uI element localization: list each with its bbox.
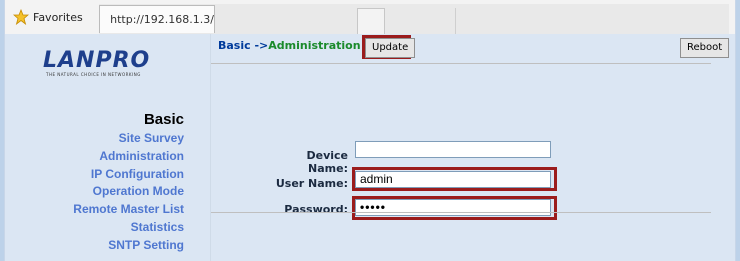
favorites-button[interactable]: Favorites [13,8,83,26]
sidebar-item-administration[interactable]: Administration [73,148,184,166]
app-window: Favorites http://192.168.1.3/ LANPRO THE… [4,0,736,261]
lanpro-logo: LANPRO THE NATURAL CHOICE IN NETWORKING [43,48,151,78]
breadcrumb: Basic ->Administration [218,39,361,52]
tab-url: http://192.168.1.3/ [110,13,214,26]
divider-top [211,63,711,64]
sidebar-item-ip-configuration[interactable]: IP Configuration [73,166,184,184]
main-content: Basic ->Administration Update Reboot Dev… [211,34,735,261]
sidebar-nav: Site Survey Administration IP Configurat… [73,130,184,255]
sidebar-item-statistics[interactable]: Statistics [73,219,184,237]
tab-strip: http://192.168.1.3/ [99,4,729,38]
sidebar-item-operation-mode[interactable]: Operation Mode [73,183,184,201]
star-icon [13,9,29,25]
reboot-button[interactable]: Reboot [680,38,730,58]
device-name-input[interactable] [355,141,551,158]
device-name-label: Device Name: [306,149,348,175]
new-tab-button[interactable] [357,8,385,36]
logo-text: LANPRO [43,48,151,73]
sidebar: LANPRO THE NATURAL CHOICE IN NETWORKING … [5,34,211,261]
user-name-label: User Name: [275,177,348,190]
password-label: Password: [284,203,348,216]
logo-tagline: THE NATURAL CHOICE IN NETWORKING [46,72,141,77]
divider-bottom [211,212,711,213]
favorites-label: Favorites [33,10,83,24]
update-button[interactable]: Update [365,38,416,58]
password-input[interactable]: ••••• [355,199,551,216]
breadcrumb-prefix: Basic -> [218,39,269,52]
sidebar-item-remote-master-list[interactable]: Remote Master List [73,201,184,219]
user-name-input[interactable]: admin [355,171,551,188]
sidebar-item-sntp-setting[interactable]: SNTP Setting [73,237,184,255]
sidebar-item-site-survey[interactable]: Site Survey [73,130,184,148]
sidebar-section-title: Basic [143,111,184,128]
browser-tab[interactable]: http://192.168.1.3/ [99,5,215,33]
browser-toolbar: Favorites http://192.168.1.3/ [5,0,735,38]
breadcrumb-current: Administration [268,39,361,52]
